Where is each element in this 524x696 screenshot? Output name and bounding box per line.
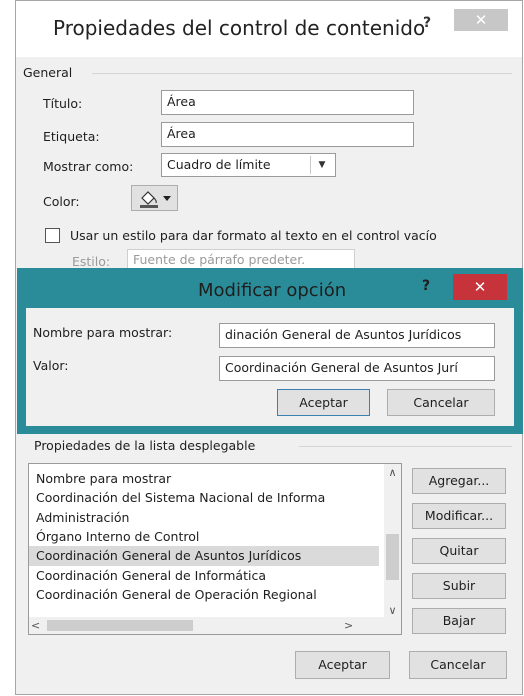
dropdown-divider — [299, 446, 512, 447]
cancel-button[interactable]: Cancelar — [409, 651, 507, 679]
usar-estilo-label: Usar un estilo para dar formato al texto… — [70, 228, 437, 243]
general-heading: General — [23, 65, 73, 80]
list-item[interactable]: Coordinación General de Informática — [36, 566, 266, 586]
general-divider — [92, 73, 512, 74]
list-item-selected[interactable]: Coordinación General de Asuntos Jurídico… — [29, 546, 379, 566]
etiqueta-field[interactable]: Área — [161, 122, 414, 147]
usar-estilo-checkbox[interactable] — [45, 228, 60, 243]
list-item[interactable]: Administración — [36, 508, 129, 528]
color-label: Color: — [43, 194, 80, 209]
valor-label: Valor: — [33, 358, 69, 373]
horizontal-scroll-thumb[interactable] — [47, 620, 193, 631]
nombre-label: Nombre para mostrar: — [33, 325, 173, 340]
modify-option-title: Modificar opción — [198, 280, 347, 301]
add-button[interactable]: Agregar... — [412, 468, 506, 494]
accept-button[interactable]: Aceptar — [295, 651, 390, 679]
titulo-label: Título: — [43, 96, 83, 111]
horizontal-scrollbar[interactable]: < > — [29, 617, 401, 634]
dialog-title: Propiedades del control de contenido — [53, 16, 426, 40]
dropdown-items-list[interactable]: Nombre para mostrar Coordinación del Sis… — [28, 463, 402, 635]
list-item[interactable]: Órgano Interno de Control — [36, 527, 199, 547]
vertical-scrollbar[interactable]: ∧ ∨ — [384, 464, 401, 619]
estilo-label: Estilo: — [72, 254, 111, 269]
valor-field[interactable]: Coordinación General de Asuntos Jurí — [219, 356, 495, 381]
estilo-value: Fuente de párrafo predeter. — [133, 252, 306, 267]
scroll-right-icon[interactable]: > — [344, 617, 358, 634]
remove-button[interactable]: Quitar — [412, 538, 506, 564]
list-header-item[interactable]: Nombre para mostrar — [36, 469, 171, 489]
scroll-left-icon[interactable]: < — [31, 617, 45, 634]
move-down-button[interactable]: Bajar — [412, 608, 506, 634]
close-button[interactable]: ✕ — [454, 9, 508, 31]
list-item[interactable]: Coordinación del Sistema Nacional de Inf… — [36, 488, 325, 508]
modify-option-dialog: Modificar opción ? ✕ Nombre para mostrar… — [17, 268, 523, 434]
title-bar: Propiedades del control de contenido ? ✕ — [16, 1, 522, 57]
list-item[interactable]: Coordinación General de Operación Region… — [36, 585, 317, 605]
paint-bucket-icon — [140, 191, 171, 208]
close-button[interactable]: ✕ — [453, 274, 507, 300]
modify-button[interactable]: Modificar... — [412, 503, 506, 529]
color-picker-button[interactable] — [131, 185, 178, 211]
move-up-button[interactable]: Subir — [412, 573, 506, 599]
nombre-field[interactable]: dinación General de Asuntos Jurídicos — [219, 323, 495, 348]
chevron-down-icon[interactable]: ▼ — [310, 156, 333, 174]
titulo-field[interactable]: Área — [161, 90, 414, 115]
mostrar-como-value: Cuadro de límite — [167, 157, 271, 172]
help-icon[interactable]: ? — [423, 15, 431, 31]
accept-button[interactable]: Aceptar — [277, 389, 370, 416]
mostrar-como-label: Mostrar como: — [43, 159, 134, 174]
dropdown-properties-heading: Propiedades de la lista desplegable — [34, 438, 256, 453]
cancel-button[interactable]: Cancelar — [387, 389, 495, 416]
modify-option-body: Nombre para mostrar: dinación General de… — [26, 308, 514, 426]
etiqueta-label: Etiqueta: — [43, 129, 100, 144]
scroll-up-icon[interactable]: ∧ — [384, 464, 401, 481]
vertical-scroll-thumb[interactable] — [386, 534, 399, 580]
help-icon[interactable]: ? — [422, 278, 430, 294]
